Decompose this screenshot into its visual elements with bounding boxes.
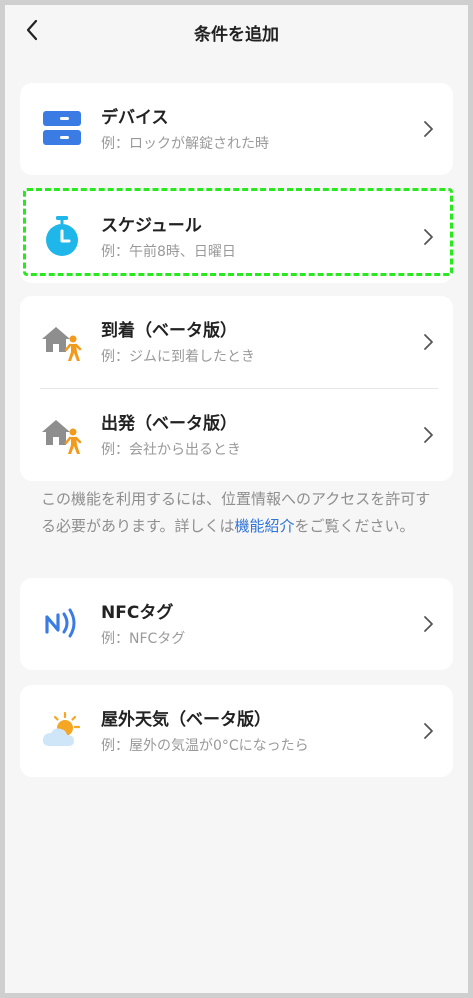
note-text-end: をご覧ください。 bbox=[294, 517, 415, 535]
header: 条件を追加 bbox=[5, 5, 468, 59]
card-weather: 屋外天気（ベータ版） 例：屋外の気温が0°Cになったら bbox=[20, 685, 453, 777]
weather-sun-cloud-icon bbox=[40, 708, 84, 752]
chevron-right-icon bbox=[424, 334, 433, 350]
condition-example: 例：午前8時、日曜日 bbox=[101, 244, 236, 260]
condition-label: スケジュール bbox=[101, 216, 202, 236]
condition-schedule[interactable]: スケジュール 例：午前8時、日曜日 bbox=[20, 191, 453, 283]
condition-example: 例：ジムに到着したとき bbox=[101, 349, 255, 365]
back-button[interactable] bbox=[17, 15, 47, 45]
card-nfc: NFCタグ 例：NFCタグ bbox=[20, 578, 453, 670]
condition-example: 例：会社から出るとき bbox=[101, 442, 241, 458]
nfc-icon bbox=[40, 601, 84, 645]
page-title: 条件を追加 bbox=[194, 24, 279, 45]
chevron-right-icon bbox=[424, 229, 433, 245]
condition-label: 出発（ベータ版） bbox=[101, 414, 237, 434]
clock-icon bbox=[40, 214, 84, 258]
location-note: この機能を利用するには、位置情報へのアクセスを許可する必要があります。詳しくは機… bbox=[41, 486, 441, 540]
feature-intro-link[interactable]: 機能紹介 bbox=[235, 517, 295, 535]
condition-example: 例：ロックが解錠された時 bbox=[101, 136, 269, 152]
screen: 条件を追加 デバイス 例：ロックが解錠された時 スケジュール 例：午前8時、日曜… bbox=[5, 5, 468, 993]
condition-nfc[interactable]: NFCタグ 例：NFCタグ bbox=[20, 578, 453, 670]
condition-label: デバイス bbox=[101, 108, 169, 128]
chevron-right-icon bbox=[424, 427, 433, 443]
condition-example: 例：NFCタグ bbox=[101, 631, 186, 647]
condition-example: 例：屋外の気温が0°Cになったら bbox=[101, 738, 309, 754]
card-schedule: スケジュール 例：午前8時、日曜日 bbox=[20, 191, 453, 283]
condition-leave[interactable]: 出発（ベータ版） 例：会社から出るとき bbox=[20, 389, 453, 481]
chevron-left-icon bbox=[26, 19, 38, 41]
leave-home-icon bbox=[40, 412, 84, 456]
condition-label: 屋外天気（ベータ版） bbox=[101, 710, 271, 730]
condition-label: NFCタグ bbox=[101, 603, 174, 623]
chevron-right-icon bbox=[424, 723, 433, 739]
device-icon bbox=[40, 106, 84, 150]
condition-weather[interactable]: 屋外天気（ベータ版） 例：屋外の気温が0°Cになったら bbox=[20, 685, 453, 777]
card-location: 到着（ベータ版） 例：ジムに到着したとき 出発（ベータ版） 例：会社から出るとき bbox=[20, 296, 453, 481]
arrive-home-icon bbox=[40, 319, 84, 363]
card-device: デバイス 例：ロックが解錠された時 bbox=[20, 83, 453, 175]
condition-arrive[interactable]: 到着（ベータ版） 例：ジムに到着したとき bbox=[20, 296, 453, 388]
chevron-right-icon bbox=[424, 121, 433, 137]
condition-label: 到着（ベータ版） bbox=[101, 321, 237, 341]
condition-device[interactable]: デバイス 例：ロックが解錠された時 bbox=[20, 83, 453, 175]
chevron-right-icon bbox=[424, 616, 433, 632]
